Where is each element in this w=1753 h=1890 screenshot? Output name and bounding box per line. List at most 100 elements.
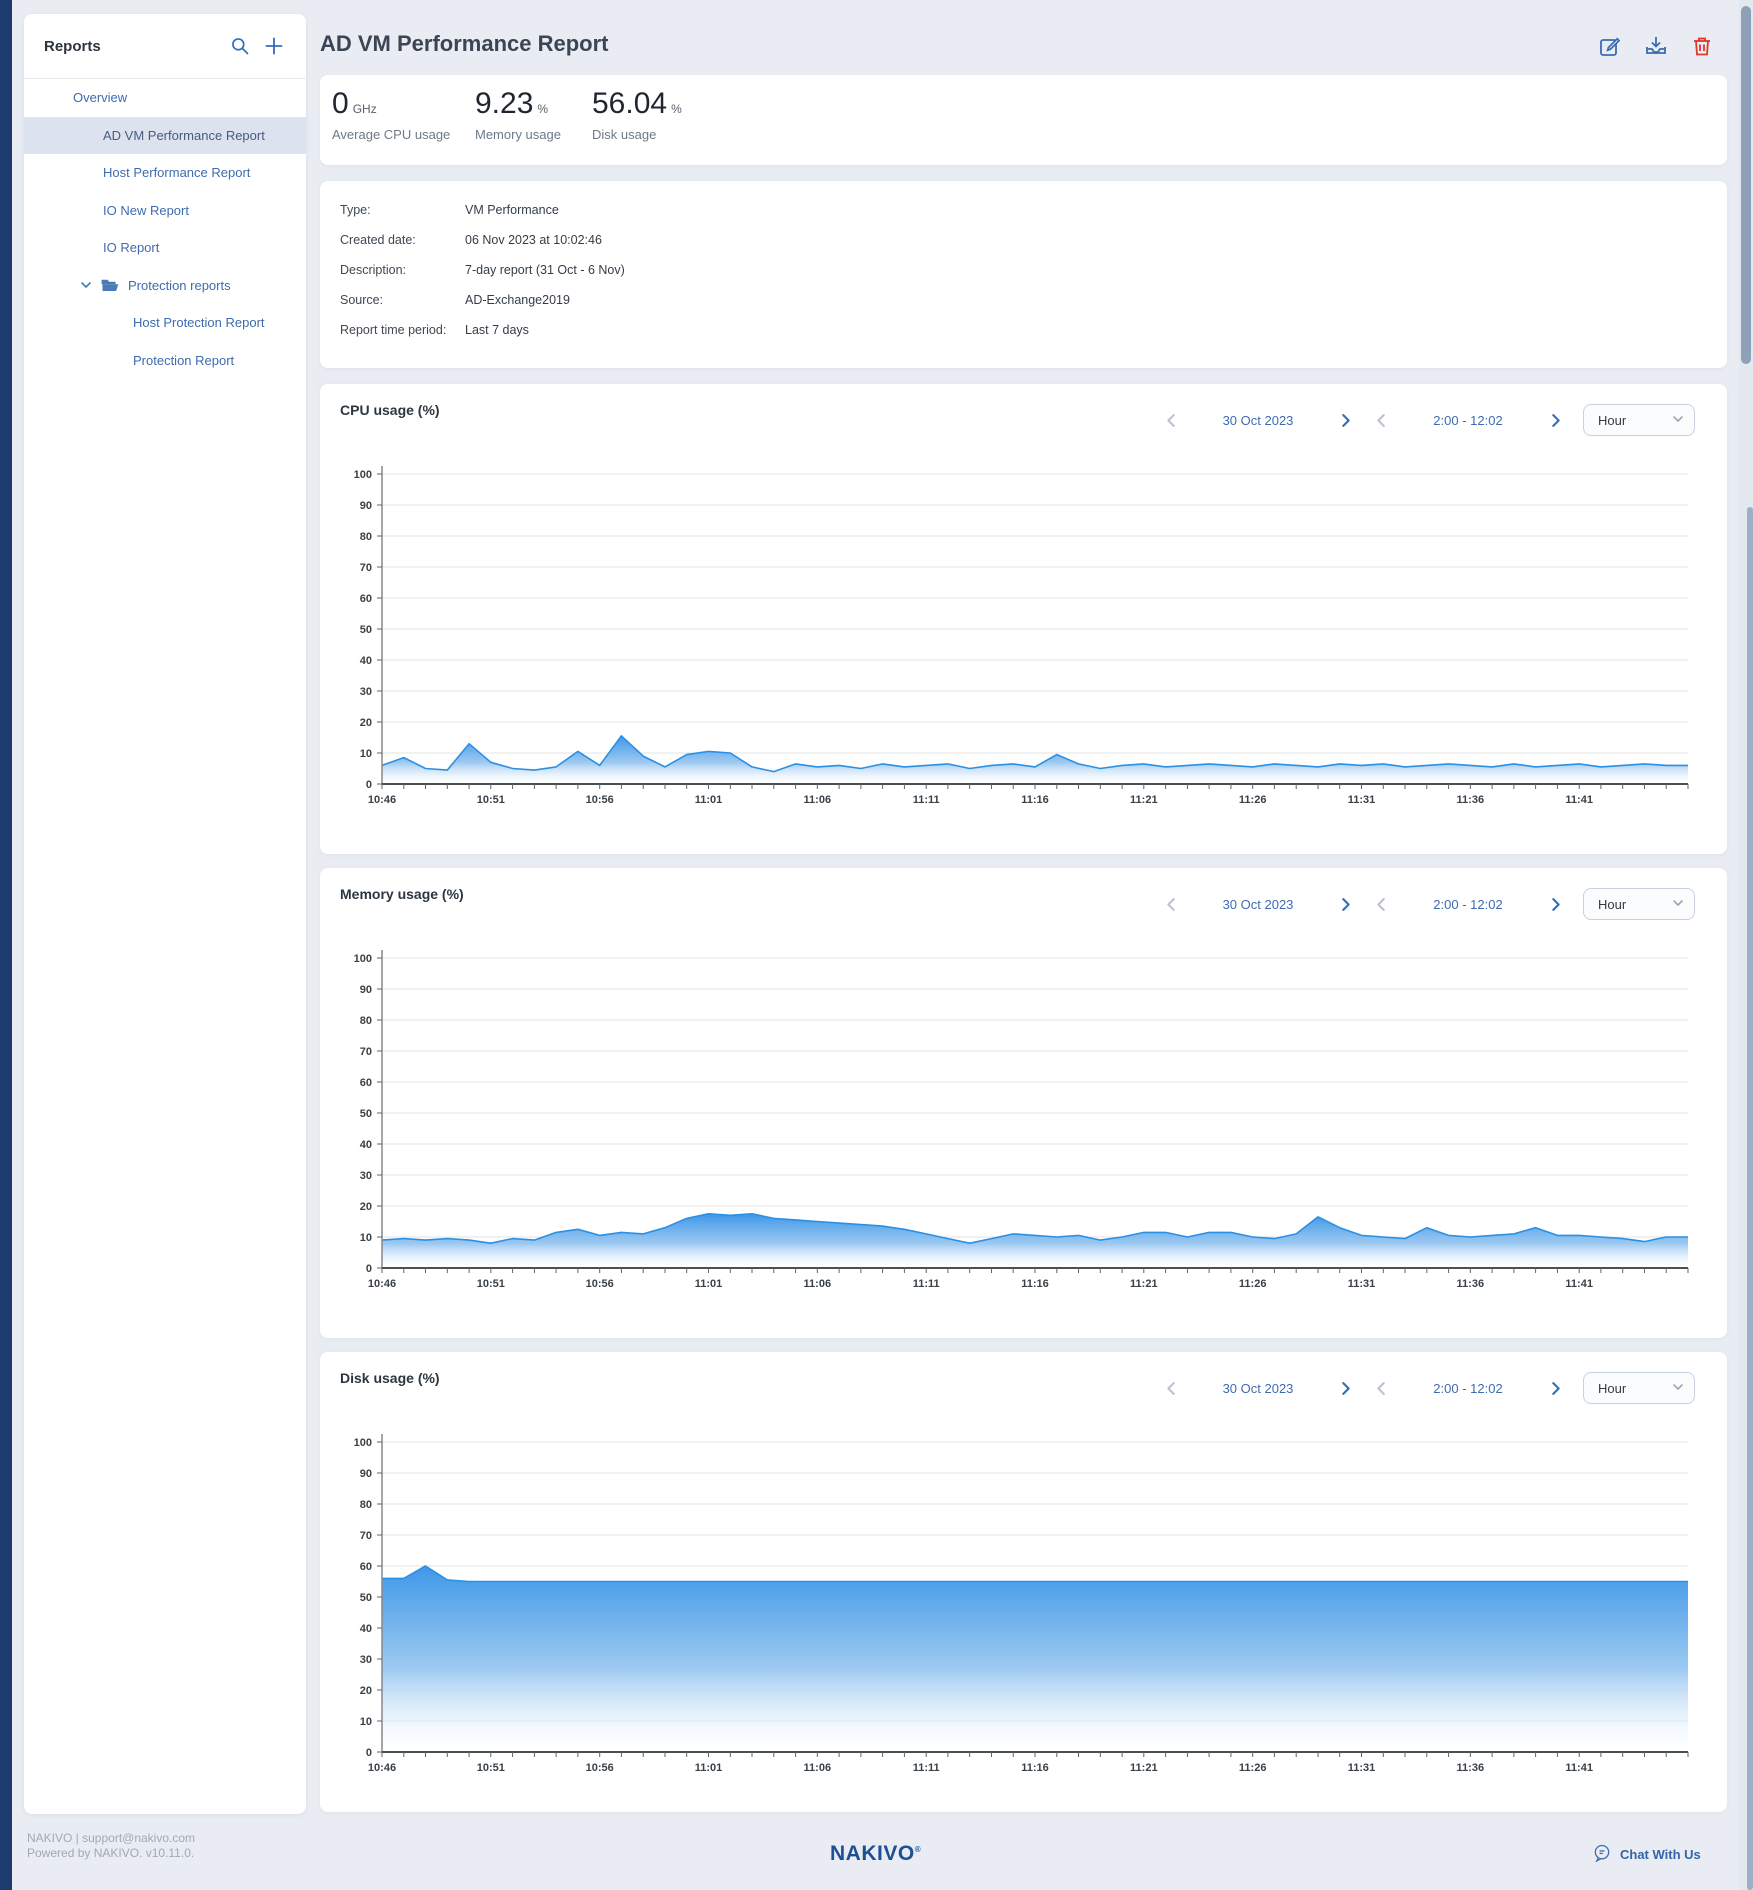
- memory-stat: 9.23% Memory usage: [475, 87, 561, 142]
- reports-sidebar: Reports OverviewAD VM Performance Report…: [24, 14, 306, 1814]
- svg-text:11:06: 11:06: [804, 794, 832, 806]
- svg-text:80: 80: [360, 1015, 372, 1027]
- svg-text:0: 0: [366, 1747, 372, 1759]
- svg-text:50: 50: [360, 1108, 372, 1120]
- search-icon[interactable]: [228, 34, 252, 58]
- interval-select[interactable]: Hour: [1583, 404, 1695, 436]
- chat-with-us-label: Chat With Us: [1620, 1847, 1701, 1862]
- sidebar-item[interactable]: Protection reports: [24, 267, 306, 305]
- sidebar-item-label: Protection Report: [133, 353, 234, 368]
- svg-text:11:41: 11:41: [1565, 794, 1593, 806]
- sidebar-report-list: OverviewAD VM Performance Report Host Per…: [24, 79, 306, 379]
- detail-label: Created date:: [340, 233, 465, 247]
- svg-text:80: 80: [360, 531, 372, 543]
- svg-text:90: 90: [360, 500, 372, 512]
- svg-text:90: 90: [360, 984, 372, 996]
- detail-row: Report time period:Last 7 days: [340, 315, 529, 345]
- interval-select[interactable]: Hour: [1583, 1372, 1695, 1404]
- chevron-down-icon: [1672, 413, 1684, 428]
- chart-controls: 30 Oct 20232:00 - 12:02Hour: [1157, 404, 1695, 436]
- svg-text:11:26: 11:26: [1239, 794, 1267, 806]
- sidebar-item-label: Host Performance Report: [103, 165, 250, 180]
- svg-text:11:26: 11:26: [1239, 1762, 1267, 1774]
- prev-date-button[interactable]: [1157, 891, 1183, 917]
- chart-title: Disk usage (%): [340, 1370, 440, 1386]
- time-range-label: 2:00 - 12:02: [1393, 1381, 1543, 1396]
- interval-select-value: Hour: [1598, 413, 1626, 428]
- date-label: 30 Oct 2023: [1183, 1381, 1333, 1396]
- detail-value: Last 7 days: [465, 323, 529, 337]
- sidebar-item[interactable]: IO Report: [24, 229, 306, 267]
- svg-text:10:51: 10:51: [477, 794, 505, 806]
- svg-text:100: 100: [354, 1437, 372, 1449]
- svg-text:20: 20: [360, 717, 372, 729]
- prev-range-button[interactable]: [1367, 407, 1393, 433]
- svg-text:11:16: 11:16: [1021, 1278, 1049, 1290]
- svg-text:11:21: 11:21: [1130, 1762, 1158, 1774]
- chart-controls: 30 Oct 20232:00 - 12:02Hour: [1157, 888, 1695, 920]
- outer-scrollbar-thumb[interactable]: [1747, 507, 1753, 1890]
- sidebar-item[interactable]: Host Performance Report: [24, 154, 306, 192]
- scrollbar-thumb[interactable]: [1741, 6, 1751, 364]
- avg-cpu-stat: 0GHz Average CPU usage: [332, 87, 450, 142]
- svg-text:11:11: 11:11: [913, 1762, 940, 1774]
- report-actions: [1598, 34, 1714, 58]
- chart-controls: 30 Oct 2023 2:00 - 12:02 Hour: [1157, 1372, 1695, 1404]
- prev-range-button[interactable]: [1367, 891, 1393, 917]
- sidebar-item[interactable]: IO New Report: [24, 192, 306, 230]
- delete-report-icon[interactable]: [1690, 34, 1714, 58]
- svg-text:11:26: 11:26: [1239, 1278, 1267, 1290]
- prev-date-button[interactable]: [1157, 1375, 1183, 1401]
- area-chart-plot: 010203040506070809010010:4610:5110:5611:…: [320, 938, 1727, 1290]
- svg-text:10: 10: [360, 748, 372, 760]
- summary-stats-card: 0GHz Average CPU usage 9.23% Memory usag…: [320, 75, 1727, 165]
- date-label: 30 Oct 2023: [1183, 897, 1333, 912]
- disk-label: Disk usage: [592, 127, 682, 142]
- edit-report-icon[interactable]: [1598, 34, 1622, 58]
- svg-text:100: 100: [354, 953, 372, 965]
- memory-usage-chart-card: Memory usage (%)30 Oct 20232:00 - 12:02H…: [320, 868, 1727, 1338]
- prev-range-button[interactable]: [1367, 1375, 1393, 1401]
- svg-text:11:16: 11:16: [1021, 1762, 1049, 1774]
- chat-with-us-button[interactable]: Chat With Us: [1592, 1843, 1701, 1866]
- svg-text:10:46: 10:46: [368, 1762, 396, 1774]
- svg-text:30: 30: [360, 686, 372, 698]
- chevron-down-icon[interactable]: [80, 279, 92, 291]
- svg-text:60: 60: [360, 1561, 372, 1573]
- svg-text:20: 20: [360, 1201, 372, 1213]
- sidebar-item[interactable]: AD VM Performance Report: [24, 117, 306, 155]
- memory-value: 9.23%: [475, 87, 561, 121]
- svg-text:11:06: 11:06: [804, 1762, 832, 1774]
- next-date-button[interactable]: [1333, 407, 1359, 433]
- interval-select[interactable]: Hour: [1583, 888, 1695, 920]
- export-report-icon[interactable]: [1644, 34, 1668, 58]
- disk-value: 56.04%: [592, 87, 682, 121]
- sidebar-title: Reports: [44, 38, 218, 55]
- detail-value: AD-Exchange2019: [465, 293, 570, 307]
- nakivo-logo: NAKIVO®: [830, 1842, 921, 1866]
- time-range-label: 2:00 - 12:02: [1393, 413, 1543, 428]
- svg-text:10:46: 10:46: [368, 1278, 396, 1290]
- prev-date-button[interactable]: [1157, 407, 1183, 433]
- next-range-button[interactable]: [1543, 407, 1569, 433]
- next-date-button[interactable]: [1333, 891, 1359, 917]
- next-date-button[interactable]: [1333, 1375, 1359, 1401]
- detail-label: Type:: [340, 203, 465, 217]
- sidebar-item-label: Host Protection Report: [133, 315, 265, 330]
- svg-text:70: 70: [360, 1046, 372, 1058]
- svg-text:20: 20: [360, 1685, 372, 1697]
- sidebar-item[interactable]: Protection Report: [24, 342, 306, 380]
- sidebar-item[interactable]: Overview: [24, 79, 306, 117]
- avg-cpu-value: 0GHz: [332, 87, 450, 121]
- svg-text:10:51: 10:51: [477, 1278, 505, 1290]
- svg-text:0: 0: [366, 779, 372, 791]
- svg-text:30: 30: [360, 1654, 372, 1666]
- next-range-button[interactable]: [1543, 1375, 1569, 1401]
- svg-text:11:06: 11:06: [804, 1278, 832, 1290]
- svg-text:40: 40: [360, 1139, 372, 1151]
- svg-text:60: 60: [360, 593, 372, 605]
- area-chart-plot: 010203040506070809010010:4610:5110:5611:…: [320, 1422, 1727, 1774]
- next-range-button[interactable]: [1543, 891, 1569, 917]
- add-report-icon[interactable]: [262, 34, 286, 58]
- sidebar-item[interactable]: Host Protection Report: [24, 304, 306, 342]
